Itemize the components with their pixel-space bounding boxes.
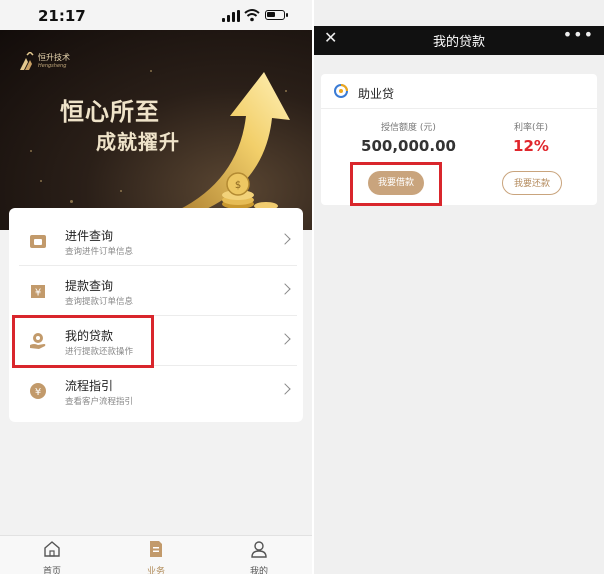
loan-product-name: 助业贷 xyxy=(358,87,395,101)
highlight-box xyxy=(350,162,442,206)
nav-bar: ✕ 我的贷款 ••• xyxy=(314,25,604,55)
user-icon xyxy=(251,541,267,558)
chevron-right-icon xyxy=(279,333,291,345)
menu-item-process-guide[interactable]: ¥ 流程指引 查看客户流程指引 xyxy=(19,366,297,416)
tab-label: 首页 xyxy=(42,567,61,574)
svg-text:¥: ¥ xyxy=(35,387,41,398)
menu-item-title: 进件查询 xyxy=(65,229,114,243)
tab-business[interactable]: 业务 xyxy=(126,540,186,574)
credit-limit: 授信额度 (元) 500,000.00 xyxy=(361,120,456,155)
brand-logo-icon xyxy=(20,52,34,70)
document-icon xyxy=(30,235,46,248)
menu-item-subtitle: 查询提款订单信息 xyxy=(65,297,134,307)
credit-limit-label: 授信额度 (元) xyxy=(381,123,436,133)
loan-product-header: 助业贷 xyxy=(321,74,597,109)
highlight-box xyxy=(12,315,154,368)
tab-label: 我的 xyxy=(249,567,268,574)
brand-name-en: Hengsheng xyxy=(38,63,67,69)
page-title: 我的贷款 xyxy=(432,35,485,50)
home-icon xyxy=(44,541,60,557)
menu-item-withdrawal-query[interactable]: ¥ 提款查询 查询提款订单信息 xyxy=(19,266,297,316)
bottom-tab-bar: 首页 业务 我的 xyxy=(0,535,312,574)
credit-limit-value: 500,000.00 xyxy=(361,137,456,155)
menu-item-subtitle: 查看客户流程指引 xyxy=(65,397,134,407)
brand-name: 恒升技术 xyxy=(38,53,70,62)
menu-item-subtitle: 查询进件订单信息 xyxy=(65,247,134,257)
my-loans-screen: ✕ 我的贷款 ••• 助业贷 授信额度 (元) 500,000.00 利率(年)… xyxy=(314,0,604,574)
product-logo-icon xyxy=(334,84,348,98)
menu-item-title: 流程指引 xyxy=(65,379,114,393)
svg-text:¥: ¥ xyxy=(35,288,41,299)
chevron-right-icon xyxy=(279,283,291,295)
promo-banner[interactable]: 恒升技术 Hengsheng 恒心所至 成就擢升 $ xyxy=(0,30,312,230)
battery-icon xyxy=(265,10,288,20)
status-bar: 21:17 xyxy=(0,0,312,30)
interest-rate-label: 利率(年) xyxy=(513,123,549,133)
signal-icon xyxy=(222,10,240,22)
tab-home[interactable]: 首页 xyxy=(22,540,82,574)
business-screen: 21:17 恒升技术 Hengsheng 恒心所至 成就擢升 $ 进件查询 查询… xyxy=(0,0,312,574)
yen-bag-icon: ¥ xyxy=(31,285,45,299)
menu-item-application-query[interactable]: 进件查询 查询进件订单信息 xyxy=(19,216,297,266)
status-time: 21:17 xyxy=(38,7,86,25)
rising-arrow-illustration: $ xyxy=(170,72,290,220)
interest-rate-value: 12% xyxy=(513,137,549,155)
chevron-right-icon xyxy=(279,383,291,395)
wifi-icon xyxy=(244,9,260,22)
more-options-icon[interactable]: ••• xyxy=(563,25,594,44)
svg-text:$: $ xyxy=(235,180,241,191)
chevron-right-icon xyxy=(279,233,291,245)
banner-slogan-line1: 恒心所至 xyxy=(60,97,160,126)
yen-circle-icon: ¥ xyxy=(30,383,46,399)
menu-item-title: 提款查询 xyxy=(65,279,114,293)
brand-logo: 恒升技术 Hengsheng xyxy=(18,52,70,72)
interest-rate: 利率(年) 12% xyxy=(491,120,571,155)
tab-label: 业务 xyxy=(146,567,165,574)
tab-mine[interactable]: 我的 xyxy=(229,540,289,574)
repay-button[interactable]: 我要还款 xyxy=(502,171,562,195)
business-doc-icon xyxy=(150,541,162,557)
